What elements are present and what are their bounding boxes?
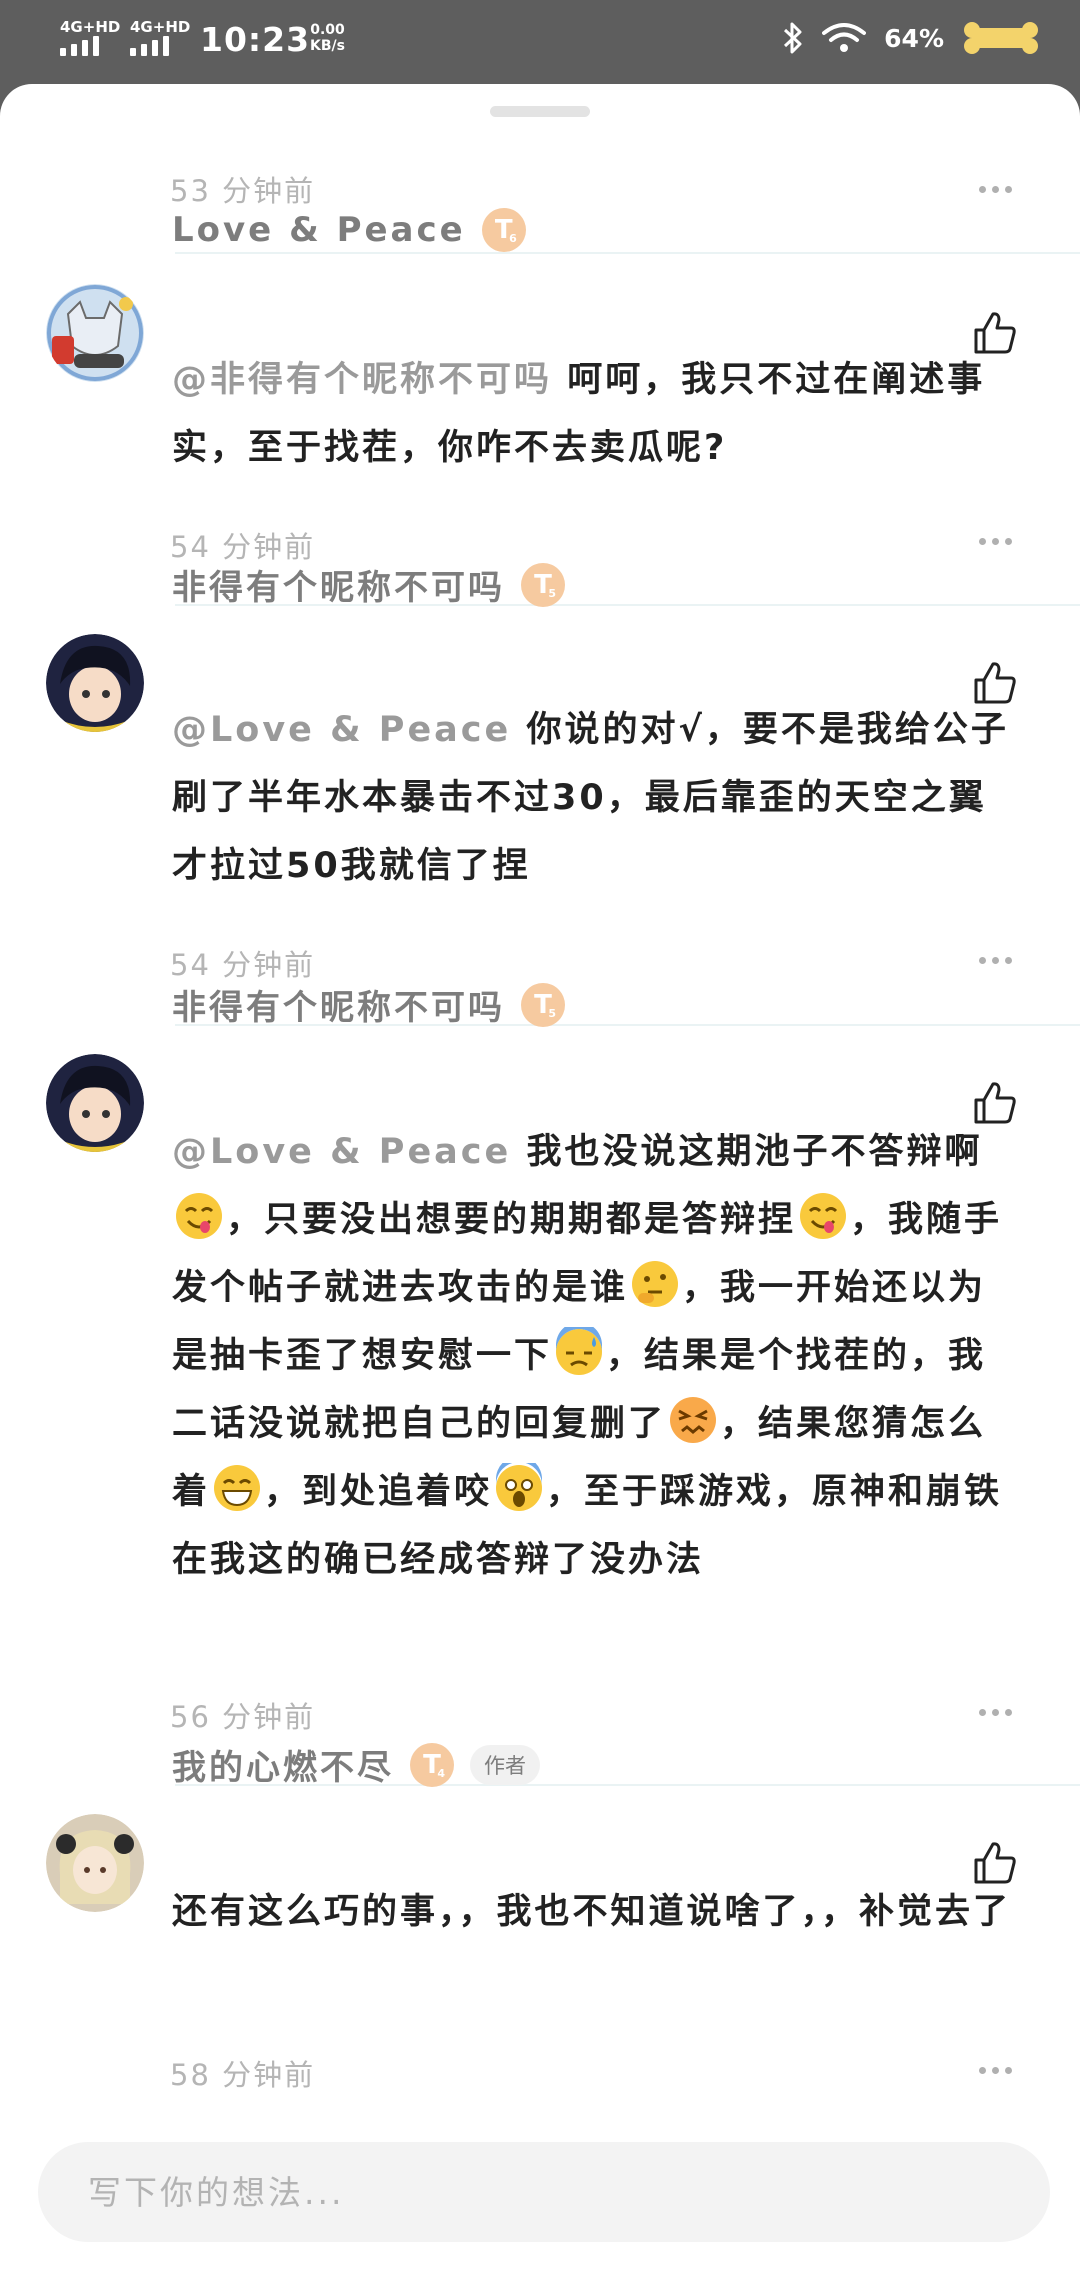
signal-icon-1 (60, 36, 99, 56)
username[interactable]: Love & Peace (172, 210, 466, 250)
comment-time: 54 分钟前 (170, 948, 316, 982)
level-number: 5 (548, 1006, 556, 1020)
more-options-icon[interactable] (979, 1709, 1012, 1716)
comment-header: 非得有个昵称不可吗 T5 (172, 980, 565, 1029)
mention[interactable]: @Love & Peace (172, 1132, 511, 1172)
network-speed: 0.00 KB/s (310, 22, 345, 54)
username[interactable]: 非得有个昵称不可吗 (172, 980, 505, 1029)
comment-divider (175, 252, 1080, 254)
battery-icon (964, 22, 1038, 54)
level-badge: T5 (521, 982, 565, 1027)
wifi-icon (822, 23, 867, 52)
tired-emoji-icon (670, 1397, 717, 1443)
comment-text: @Love & Peace 你说的对√，要不是我给公子刷了半年水本暴击不过30，… (172, 696, 1022, 900)
avatar[interactable] (46, 1054, 144, 1152)
signal-icon-2 (130, 36, 169, 56)
comment-time: 58 分钟前 (170, 2058, 316, 2092)
thinking-emoji-icon (632, 1261, 679, 1307)
avatar[interactable] (46, 284, 144, 382)
avatar-image (46, 1814, 144, 1912)
clock: 10:23 (200, 20, 311, 59)
comment-body-segment: 我也没说这期池子不答辩啊 (526, 1132, 983, 1172)
more-options-icon[interactable] (979, 957, 1012, 964)
network-type-1: 4G+HD (60, 18, 121, 36)
network-speed-unit: KB/s (310, 38, 345, 54)
sweat-emoji-icon (556, 1327, 603, 1375)
comment-input[interactable] (38, 2142, 1050, 2242)
avatar[interactable] (46, 1814, 144, 1912)
avatar-image (46, 284, 144, 382)
yum-emoji-icon (800, 1193, 847, 1239)
comment-time: 56 分钟前 (170, 1700, 316, 1734)
level-badge: T5 (521, 562, 565, 607)
status-bar: 4G+HD 4G+HD 10:23 0.00 KB/s 64% (0, 0, 1080, 82)
network-type-2: 4G+HD (130, 18, 191, 36)
comment-time: 53 分钟前 (170, 174, 316, 208)
username[interactable]: 我的心燃不尽 (172, 1740, 394, 1789)
author-badge: 作者 (470, 1744, 540, 1785)
level-badge: T4 (410, 1742, 454, 1787)
drag-handle[interactable] (490, 106, 590, 117)
comment-input-bar (0, 2104, 1080, 2280)
comment-body-segment: ，到处追着咬 (264, 1472, 493, 1512)
mention[interactable]: @Love & Peace (172, 710, 511, 750)
comment-text: @Love & Peace 我也没说这期池子不答辩啊 ，只要没出想要的期期都是答辩… (172, 1118, 1022, 1594)
yum-emoji-icon (176, 1193, 222, 1239)
more-options-icon[interactable] (979, 186, 1012, 193)
level-number: 5 (548, 586, 556, 600)
network-speed-value: 0.00 (310, 22, 345, 38)
level-badge: T6 (481, 208, 526, 252)
battery-level: 64% (884, 23, 944, 53)
mention[interactable]: @非得有个昵称不可吗 (172, 360, 552, 400)
more-options-icon[interactable] (979, 538, 1012, 545)
username[interactable]: 非得有个昵称不可吗 (172, 560, 505, 609)
comment-sheet: 53 分钟前 Love & Peace T6 @非得有个昵称不可吗 呵呵，我只不… (0, 84, 1080, 2280)
comment-body-segment: ，只要没出想要的期期都是答辩捏 (226, 1200, 797, 1240)
avatar-image (46, 1054, 144, 1152)
comment-header: Love & Peace T6 (172, 208, 526, 252)
grin-emoji-icon (214, 1465, 261, 1511)
comment-body: 还有这么巧的事，，我也不知道说啥了，，补觉去了 (172, 1892, 1012, 1932)
comment-text: @非得有个昵称不可吗 呵呵，我只不过在阐述事实，至于找茬，你咋不去卖瓜呢? (172, 346, 1022, 482)
level-number: 6 (509, 232, 517, 245)
avatar-image (46, 634, 144, 732)
comment-header: 非得有个昵称不可吗 T5 (172, 560, 565, 609)
avatar[interactable] (46, 634, 144, 732)
comment-text: 还有这么巧的事，，我也不知道说啥了，，补觉去了 (172, 1878, 1022, 1946)
level-number: 4 (437, 1766, 445, 1780)
comment-header: 我的心燃不尽 T4 作者 (172, 1740, 540, 1789)
bluetooth-icon (784, 22, 802, 54)
more-options-icon[interactable] (979, 2067, 1012, 2074)
scream-emoji-icon (496, 1463, 543, 1511)
